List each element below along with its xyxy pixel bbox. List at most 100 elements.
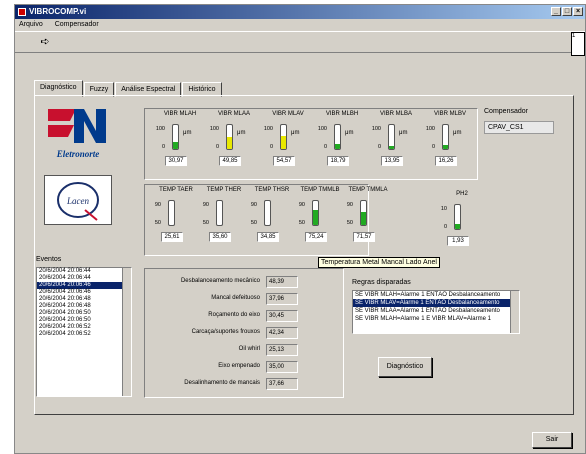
temp-meter-tube: [264, 200, 271, 226]
temp-meter-value: 34,85: [257, 232, 279, 242]
events-scrollbar[interactable]: [122, 268, 131, 396]
vib-scale-bottom: 0: [215, 144, 219, 150]
temp-meter-scale: 90 50: [246, 201, 257, 227]
vib-scale-bottom: 0: [269, 144, 273, 150]
vi-connector-label: 1: [572, 33, 576, 39]
vib-meter-value: 13,95: [381, 156, 403, 166]
vib-meter-label: VIBR MLAV: [272, 111, 304, 117]
eletronorte-logo: Eletronorte: [48, 109, 106, 159]
vib-meter-fill: [389, 145, 394, 149]
vib-meter-tube: [334, 124, 341, 150]
event-item[interactable]: 20/6/2004 20:06:48: [37, 296, 131, 303]
vib-unit: μm: [183, 130, 192, 136]
vib-meter: VIBR MLAV 100 50 0 μm 54,57: [260, 108, 316, 180]
vib-scale-bottom: 0: [161, 144, 165, 150]
rules-list[interactable]: SE VIBR MLAH=Alarme 1 ENTÃO Desbalanceam…: [352, 290, 520, 334]
temp-meter-scale: 90 50: [342, 201, 353, 227]
vib-meter-fill: [335, 144, 340, 149]
temp-meter-label: TEMP TMMLA: [348, 187, 388, 193]
event-item[interactable]: 20/6/2004 20:06:46: [37, 289, 131, 296]
vib-scale-top: 100: [317, 126, 327, 132]
title-bar[interactable]: VIBROCOMP.vi _ □ ×: [15, 5, 585, 19]
app-icon: [18, 8, 26, 16]
event-item[interactable]: 20/6/2004 20:06:52: [37, 331, 131, 338]
diagnosis-value: 30,45: [266, 310, 298, 322]
event-item[interactable]: 20/6/2004 20:06:44: [37, 275, 131, 282]
temp-scale-bottom: 50: [346, 220, 353, 226]
menu-arquivo[interactable]: Arquivo: [19, 21, 43, 28]
vib-meter-label: VIBR MLAH: [163, 111, 197, 117]
vib-meter-scale: 100 50 0: [154, 125, 165, 151]
menu-compensador[interactable]: Compensador: [55, 21, 99, 28]
events-list[interactable]: 20/6/2004 20:06:44 20/6/2004 20:06:44 20/6…: [36, 267, 132, 397]
maximize-button[interactable]: □: [562, 7, 572, 16]
rules-scrollbar[interactable]: [510, 291, 519, 333]
temp-meter: TEMP TMMLA 90 50 71,57: [340, 184, 396, 256]
diagnosis-label: Desalinhamento de mancais: [184, 380, 260, 386]
ph2-scale-bottom: 0: [443, 224, 447, 230]
event-item[interactable]: 20/6/2004 20:06:44: [37, 268, 131, 275]
event-item[interactable]: 20/6/2004 20:06:50: [37, 310, 131, 317]
vib-meter-value: 16,26: [435, 156, 457, 166]
vib-meter-tube: [172, 124, 179, 150]
temp-scale-bottom: 50: [250, 220, 257, 226]
vib-meter-label: VIBR MLBV: [433, 111, 466, 117]
ph2-scale-top: 10: [440, 206, 447, 212]
vib-scale-top: 100: [209, 126, 219, 132]
temp-meter-scale: 90 50: [198, 201, 209, 227]
vib-meter-fill: [227, 137, 232, 149]
temp-meter-tube: [168, 200, 175, 226]
vib-scale-bottom: 0: [323, 144, 327, 150]
diagnosis-row: Roçamento do eixo 30,45: [144, 310, 344, 323]
window-title: VIBROCOMP.vi: [29, 7, 87, 16]
diagnostico-button[interactable]: Diagnóstico: [378, 357, 432, 377]
ph2-label: PH2: [456, 191, 468, 197]
vib-scale-top: 100: [371, 126, 381, 132]
vib-meter-value: 30,97: [165, 156, 187, 166]
toolbar: ➪ 1: [15, 31, 585, 56]
vib-meter-fill: [173, 141, 178, 149]
vib-meter: VIBR MLBV 100 50 0 μm 16,26: [422, 108, 478, 180]
rule-item[interactable]: SE VIBR MLAV=Alarme 1 ENTÃO Desbalanceam…: [353, 299, 511, 307]
vib-meter-tube: [280, 124, 287, 150]
event-item[interactable]: 20/6/2004 20:06:52: [37, 324, 131, 331]
vib-meter-fill: [281, 135, 286, 149]
vib-meter-label: VIBR MLAA: [217, 111, 250, 117]
diagnosis-value: 37,66: [266, 378, 298, 390]
run-arrow-icon[interactable]: ➪: [37, 35, 53, 49]
temp-meter-value: 71,57: [353, 232, 375, 242]
vib-scale-top: 100: [263, 126, 273, 132]
sair-button[interactable]: Sair: [532, 432, 572, 448]
rule-item[interactable]: SE VIBR MLAH=Alarme 1 ENTÃO Desbalanceam…: [353, 291, 511, 299]
vib-meter-scale: 100 50 0: [370, 125, 381, 151]
vib-meter-label: VIBR MLBH: [325, 111, 359, 117]
rule-item[interactable]: SE VIBR MLAH=Alarme 1 E VIBR MLAV=Alarme…: [353, 315, 511, 323]
diagnosis-row: Desbalanceamento mecânico 48,39: [144, 276, 344, 289]
diagnosis-row: Oil whirl 25,13: [144, 344, 344, 357]
ph2-scale: 10 0: [436, 205, 447, 231]
compensador-label: Compensador: [484, 108, 528, 115]
event-item[interactable]: 20/6/2004 20:06:50: [37, 317, 131, 324]
event-item[interactable]: 20/6/2004 20:06:48: [37, 303, 131, 310]
temp-scale-bottom: 50: [202, 220, 209, 226]
vib-unit: μm: [291, 130, 300, 136]
compensador-field[interactable]: CPAV_CS1: [484, 121, 554, 134]
tooltip: Temperatura Metal Mancal Lado Anel: [318, 257, 440, 268]
close-button[interactable]: ×: [573, 7, 583, 16]
temp-meter-scale: 90 50: [150, 201, 161, 227]
minimize-button[interactable]: _: [551, 7, 561, 16]
rule-item[interactable]: SE VIBR MLAA=Alarme 1 ENTÃO Desbalanceam…: [353, 307, 511, 315]
eletronorte-logo-text: Eletronorte: [56, 149, 100, 159]
vib-meter-label: VIBR MLBA: [379, 111, 412, 117]
temp-meter-value: 35,60: [209, 232, 231, 242]
diagnosis-row: Desalinhamento de mancais 37,66: [144, 378, 344, 391]
vib-meter-value: 18,79: [327, 156, 349, 166]
event-item[interactable]: 20/6/2004 20:06:46: [37, 282, 131, 289]
vib-scale-bottom: 0: [431, 144, 435, 150]
vib-meter-scale: 100 50 0: [424, 125, 435, 151]
ph2-value: 1,93: [447, 236, 469, 246]
diagnosis-value: 25,13: [266, 344, 298, 356]
vib-meter-scale: 100 50 0: [262, 125, 273, 151]
vib-scale-top: 100: [155, 126, 165, 132]
temp-scale-top: 90: [250, 202, 257, 208]
